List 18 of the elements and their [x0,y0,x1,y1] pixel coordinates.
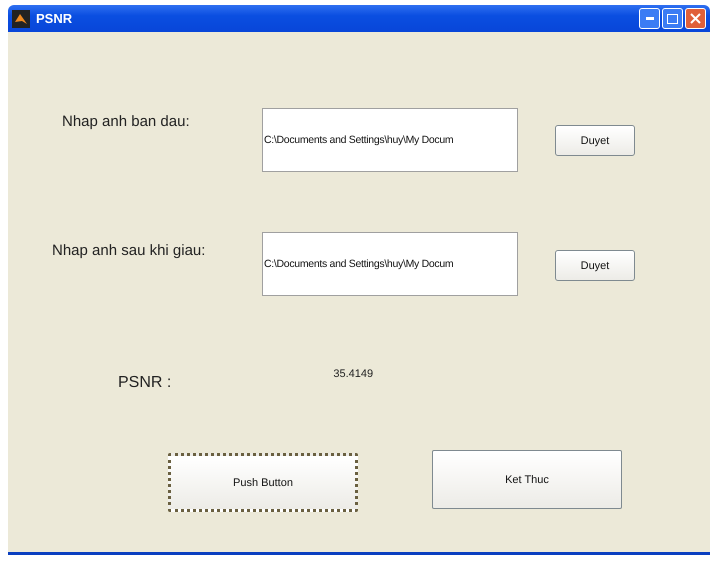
app-icon [12,10,30,28]
path-field[interactable]: C:\Documents and Settings\huy\My Docum [262,232,518,296]
close-button[interactable] [685,8,706,29]
minimize-button[interactable] [639,8,660,29]
minimize-icon [646,16,654,20]
close-icon [690,13,701,24]
push-button[interactable]: Push Button [168,453,358,512]
browse-button[interactable]: Duyet [555,125,635,156]
maximize-button[interactable] [662,8,683,29]
window-title: PSNR [36,11,74,26]
result-label: PSNR : [118,374,172,392]
path-field[interactable]: C:\Documents and Settings\huy\My Docum [262,108,518,172]
maximize-icon [667,14,678,24]
push-button[interactable]: Ket Thuc [432,450,622,509]
result-value: 35.4149 [333,368,374,380]
browse-button[interactable]: Duyet [555,250,635,281]
field-label: Nhap anh ban dau: [61,112,191,130]
field-label: Nhap anh sau khi giau: [51,241,206,259]
